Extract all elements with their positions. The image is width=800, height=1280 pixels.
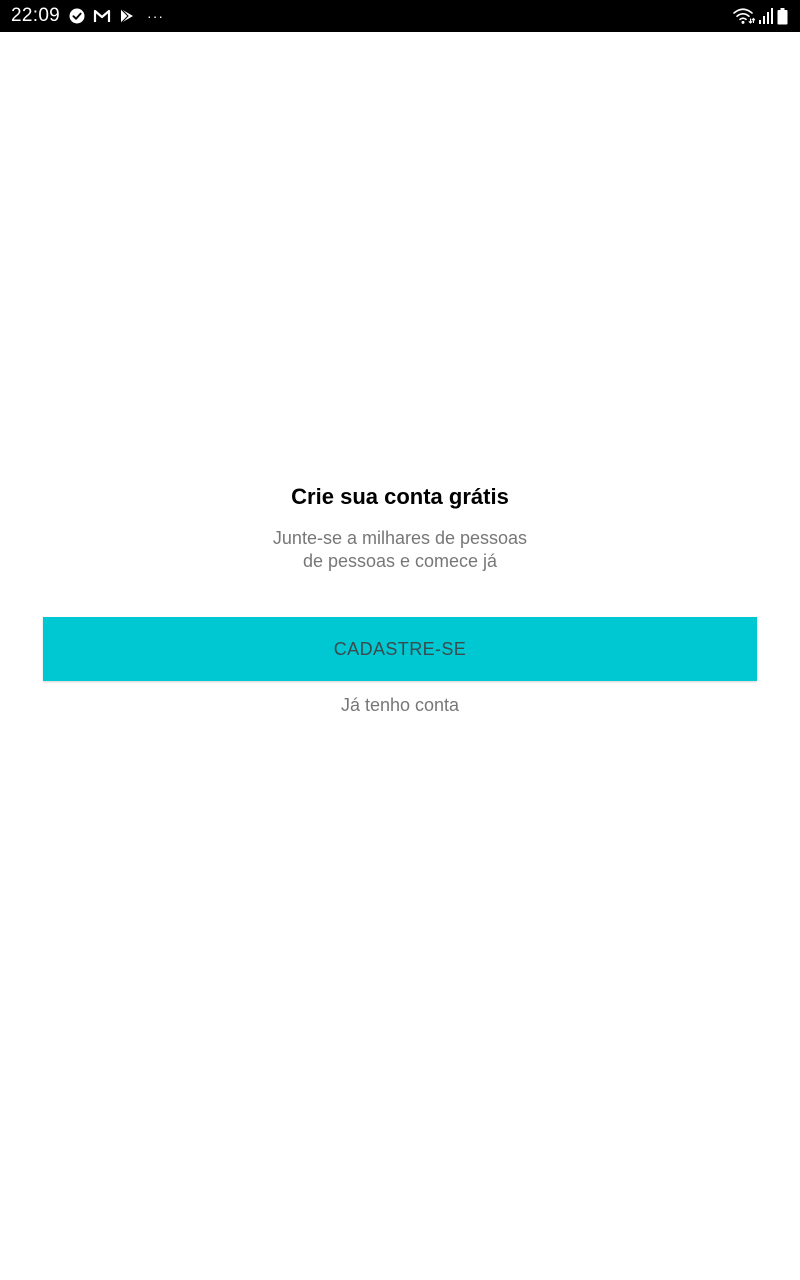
subtitle-line-1: Junte-se a milhares de pessoas (272, 528, 528, 548)
subtitle-line-2: de pessoas e comece já (302, 551, 498, 571)
page-title: Crie sua conta grátis (291, 484, 509, 509)
page-subtitle: Junte-se a milhares de pessoas de pessoa… (200, 527, 600, 573)
login-link[interactable]: Já tenho conta (300, 695, 500, 716)
signup-button[interactable]: CADASTRE-SE (43, 617, 757, 681)
signup-screen: Crie sua conta grátis Junte-se a milhare… (0, 0, 800, 1280)
